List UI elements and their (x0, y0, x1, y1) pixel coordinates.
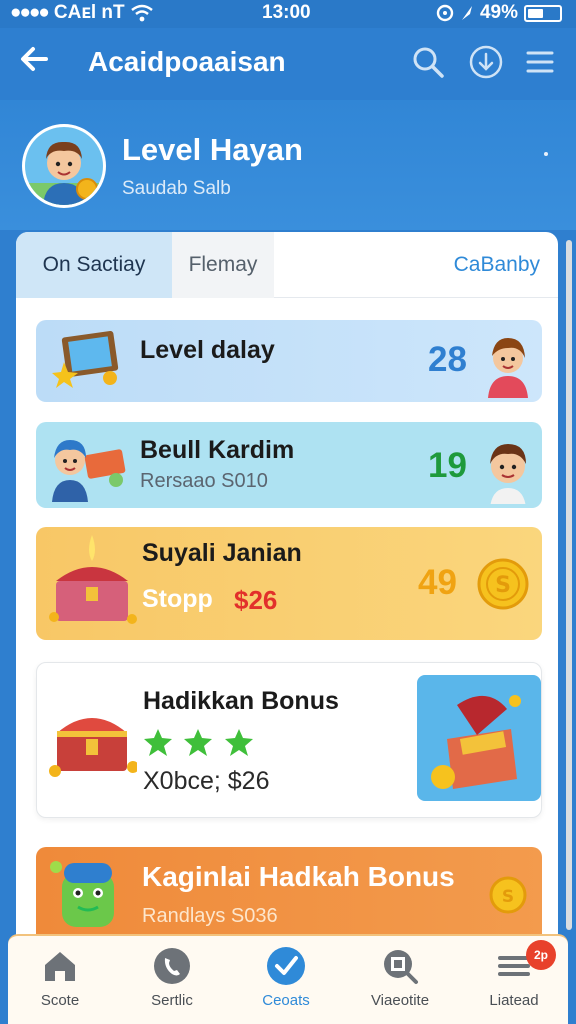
profile-subtitle: Saudab Salb (122, 178, 231, 199)
battery-fill (528, 8, 543, 18)
open-chest-icon (431, 695, 521, 789)
phone-icon (154, 948, 190, 984)
menu-icon (526, 51, 554, 73)
tab-bar: On Sactiay Flemay CaBanby (16, 232, 558, 298)
search-icon (413, 47, 444, 78)
profile-header: Level Hayan Saudab Salb (0, 100, 576, 230)
nav-viaeotite[interactable]: Viaeotite (350, 946, 450, 1009)
item-title: Suyali Janian (142, 539, 302, 567)
item-subtitle: Stopp (142, 585, 213, 613)
star-icon (224, 729, 253, 756)
nav-sertlic[interactable]: Sertlic (122, 946, 222, 1009)
coin-icon: S (477, 558, 529, 610)
tab-on-sactiay[interactable]: On Sactiay (16, 232, 172, 298)
nav-label: Sertlic (151, 992, 193, 1009)
download-button[interactable] (468, 44, 504, 80)
back-button[interactable] (18, 42, 58, 82)
arrow-left-icon (21, 47, 48, 71)
alarm-icon (436, 4, 454, 22)
clock: 13:00 (262, 2, 311, 23)
svg-text:S: S (502, 887, 514, 907)
girl-character-icon (488, 338, 528, 398)
wifi-icon (130, 4, 153, 22)
picture-frame-icon (52, 330, 119, 388)
item-subtitle: Randlays S036 (142, 905, 278, 927)
search-button[interactable] (410, 44, 446, 80)
list-item-suyali-janian[interactable]: Suyali Janian Stopp $26 49 S (36, 527, 542, 640)
item-subtitle: X0bce; $26 (143, 767, 270, 795)
item-title: Hadikkan Bonus (143, 687, 339, 715)
list-item-level-dalay[interactable]: Level dalay 28 (36, 320, 542, 402)
green-character-icon (50, 861, 114, 927)
battery-percent: 49% (479, 2, 518, 23)
bottom-navigation: Scote Sertlic Ceoats Viaeotite 2p Liatea… (8, 934, 568, 1024)
boy-ticket-icon (52, 440, 126, 502)
signal-dots-icon: ●●●● (10, 2, 50, 23)
item-title: Beull Kardim (140, 436, 295, 464)
red-chest-icon (49, 718, 137, 777)
location-icon (461, 6, 472, 20)
nav-label: Liatead (489, 992, 539, 1009)
item-subtitle: Rersaao S010 (140, 470, 268, 492)
list-item-hadikkan-bonus[interactable]: Hadikkan Bonus X0bce; $26 (36, 662, 542, 818)
qr-search-icon (384, 950, 418, 984)
nav-scote[interactable]: Scote (10, 946, 110, 1009)
home-icon (45, 952, 75, 981)
item-value: 19 (428, 446, 467, 485)
carrier-label: CAᴇl nT (53, 2, 125, 23)
item-value: 49 (418, 563, 457, 602)
status-bar: ●●●● CAᴇl nT 13:00 49% (0, 0, 576, 28)
nav-label: Ceoats (262, 992, 310, 1009)
battery-icon (524, 4, 562, 22)
nav-label: Scote (40, 992, 80, 1009)
coin-icon: S (489, 876, 527, 914)
check-shield-icon (267, 947, 305, 985)
star-icon (184, 729, 213, 756)
list-item-beull-kardim[interactable]: Beull Kardim Rersaao S010 19 (36, 422, 542, 508)
item-value: 28 (428, 340, 467, 379)
bonus-chest-tile (417, 675, 541, 801)
app-bar: Acaidpoaaisan (0, 28, 576, 100)
tab-link-cabanby[interactable]: CaBanby (454, 232, 540, 298)
status-left: ●●●● CAᴇl nT (10, 2, 153, 24)
item-price: $26 (234, 585, 278, 615)
profile-name: Level Hayan (122, 132, 303, 167)
scrollbar[interactable] (566, 240, 572, 930)
boy-character-icon (490, 444, 526, 504)
status-right: 49% (436, 2, 562, 24)
svg-text:S: S (495, 573, 511, 598)
main-card: On Sactiay Flemay CaBanby Level dalay 28 (16, 232, 558, 952)
star-rating (143, 727, 254, 762)
menu-button[interactable] (522, 44, 558, 80)
indicator-dot (544, 152, 548, 156)
nav-label: Viaeotite (370, 992, 430, 1009)
star-icon (144, 729, 172, 756)
page-title: Acaidpoaaisan (88, 46, 286, 77)
avatar[interactable] (22, 124, 106, 208)
tab-flemay[interactable]: Flemay (172, 232, 274, 298)
nav-ceoats[interactable]: Ceoats (236, 946, 336, 1009)
nav-liatead[interactable]: 2p Liatead (464, 940, 564, 1009)
treasure-chest-icon (49, 535, 137, 624)
notification-badge: 2p (526, 940, 556, 970)
item-title: Level dalay (140, 336, 275, 364)
download-icon (469, 45, 503, 79)
item-title: Kaginlai Hadkah Bonus (142, 861, 455, 892)
boy-avatar-icon (25, 141, 103, 205)
